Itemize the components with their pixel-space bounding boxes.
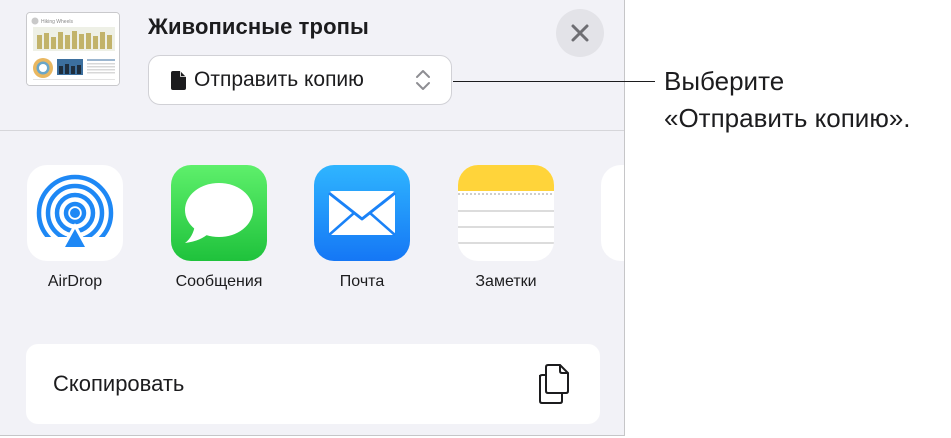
document-icon: [171, 70, 186, 90]
app-label-messages: Сообщения: [175, 273, 263, 290]
copy-action[interactable]: Скопировать: [26, 344, 600, 424]
share-app-notes[interactable]: Заметки: [446, 165, 566, 291]
share-app-more-partial[interactable]: [589, 165, 624, 261]
notes-icon: [458, 165, 554, 261]
messages-icon: [171, 165, 267, 261]
copy-label: Скопировать: [53, 371, 185, 396]
header-divider: [0, 130, 624, 131]
app-label-notes: Заметки: [475, 273, 537, 290]
thumbnail-caption: Hiking Wheels: [41, 19, 73, 25]
share-sheet-header: Hiking Wheels Живописные тропы Отправить…: [0, 0, 624, 130]
callout-line-1: Выберите: [664, 66, 785, 96]
close-button[interactable]: [556, 9, 604, 57]
share-apps-row: AirDrop Сообщения Почта Заметки: [0, 165, 624, 295]
share-app-airdrop[interactable]: AirDrop: [15, 165, 135, 291]
callout-leader-line: [453, 81, 655, 82]
xmark-icon: [571, 24, 589, 42]
app-label-airdrop: AirDrop: [47, 273, 103, 290]
send-copy-label: Отправить копию: [194, 68, 364, 91]
airdrop-icon: [27, 165, 123, 261]
app-label-mail: Почта: [339, 273, 385, 290]
document-thumbnail: Hiking Wheels: [26, 12, 120, 86]
callout-line-2: «Отправить копию».: [664, 103, 911, 133]
copy-icon: [536, 363, 574, 405]
chevron-up-down-icon: [415, 68, 431, 92]
callout-text: Выберите «Отправить копию».: [664, 63, 911, 137]
document-title: Живописные тропы: [148, 14, 369, 39]
share-app-mail[interactable]: Почта: [302, 165, 422, 291]
share-app-messages[interactable]: Сообщения: [159, 165, 279, 291]
mail-icon: [314, 165, 410, 261]
partial-app-icon: [601, 165, 624, 261]
share-sheet: Hiking Wheels Живописные тропы Отправить…: [0, 0, 625, 436]
send-copy-selector[interactable]: Отправить копию: [148, 55, 452, 105]
